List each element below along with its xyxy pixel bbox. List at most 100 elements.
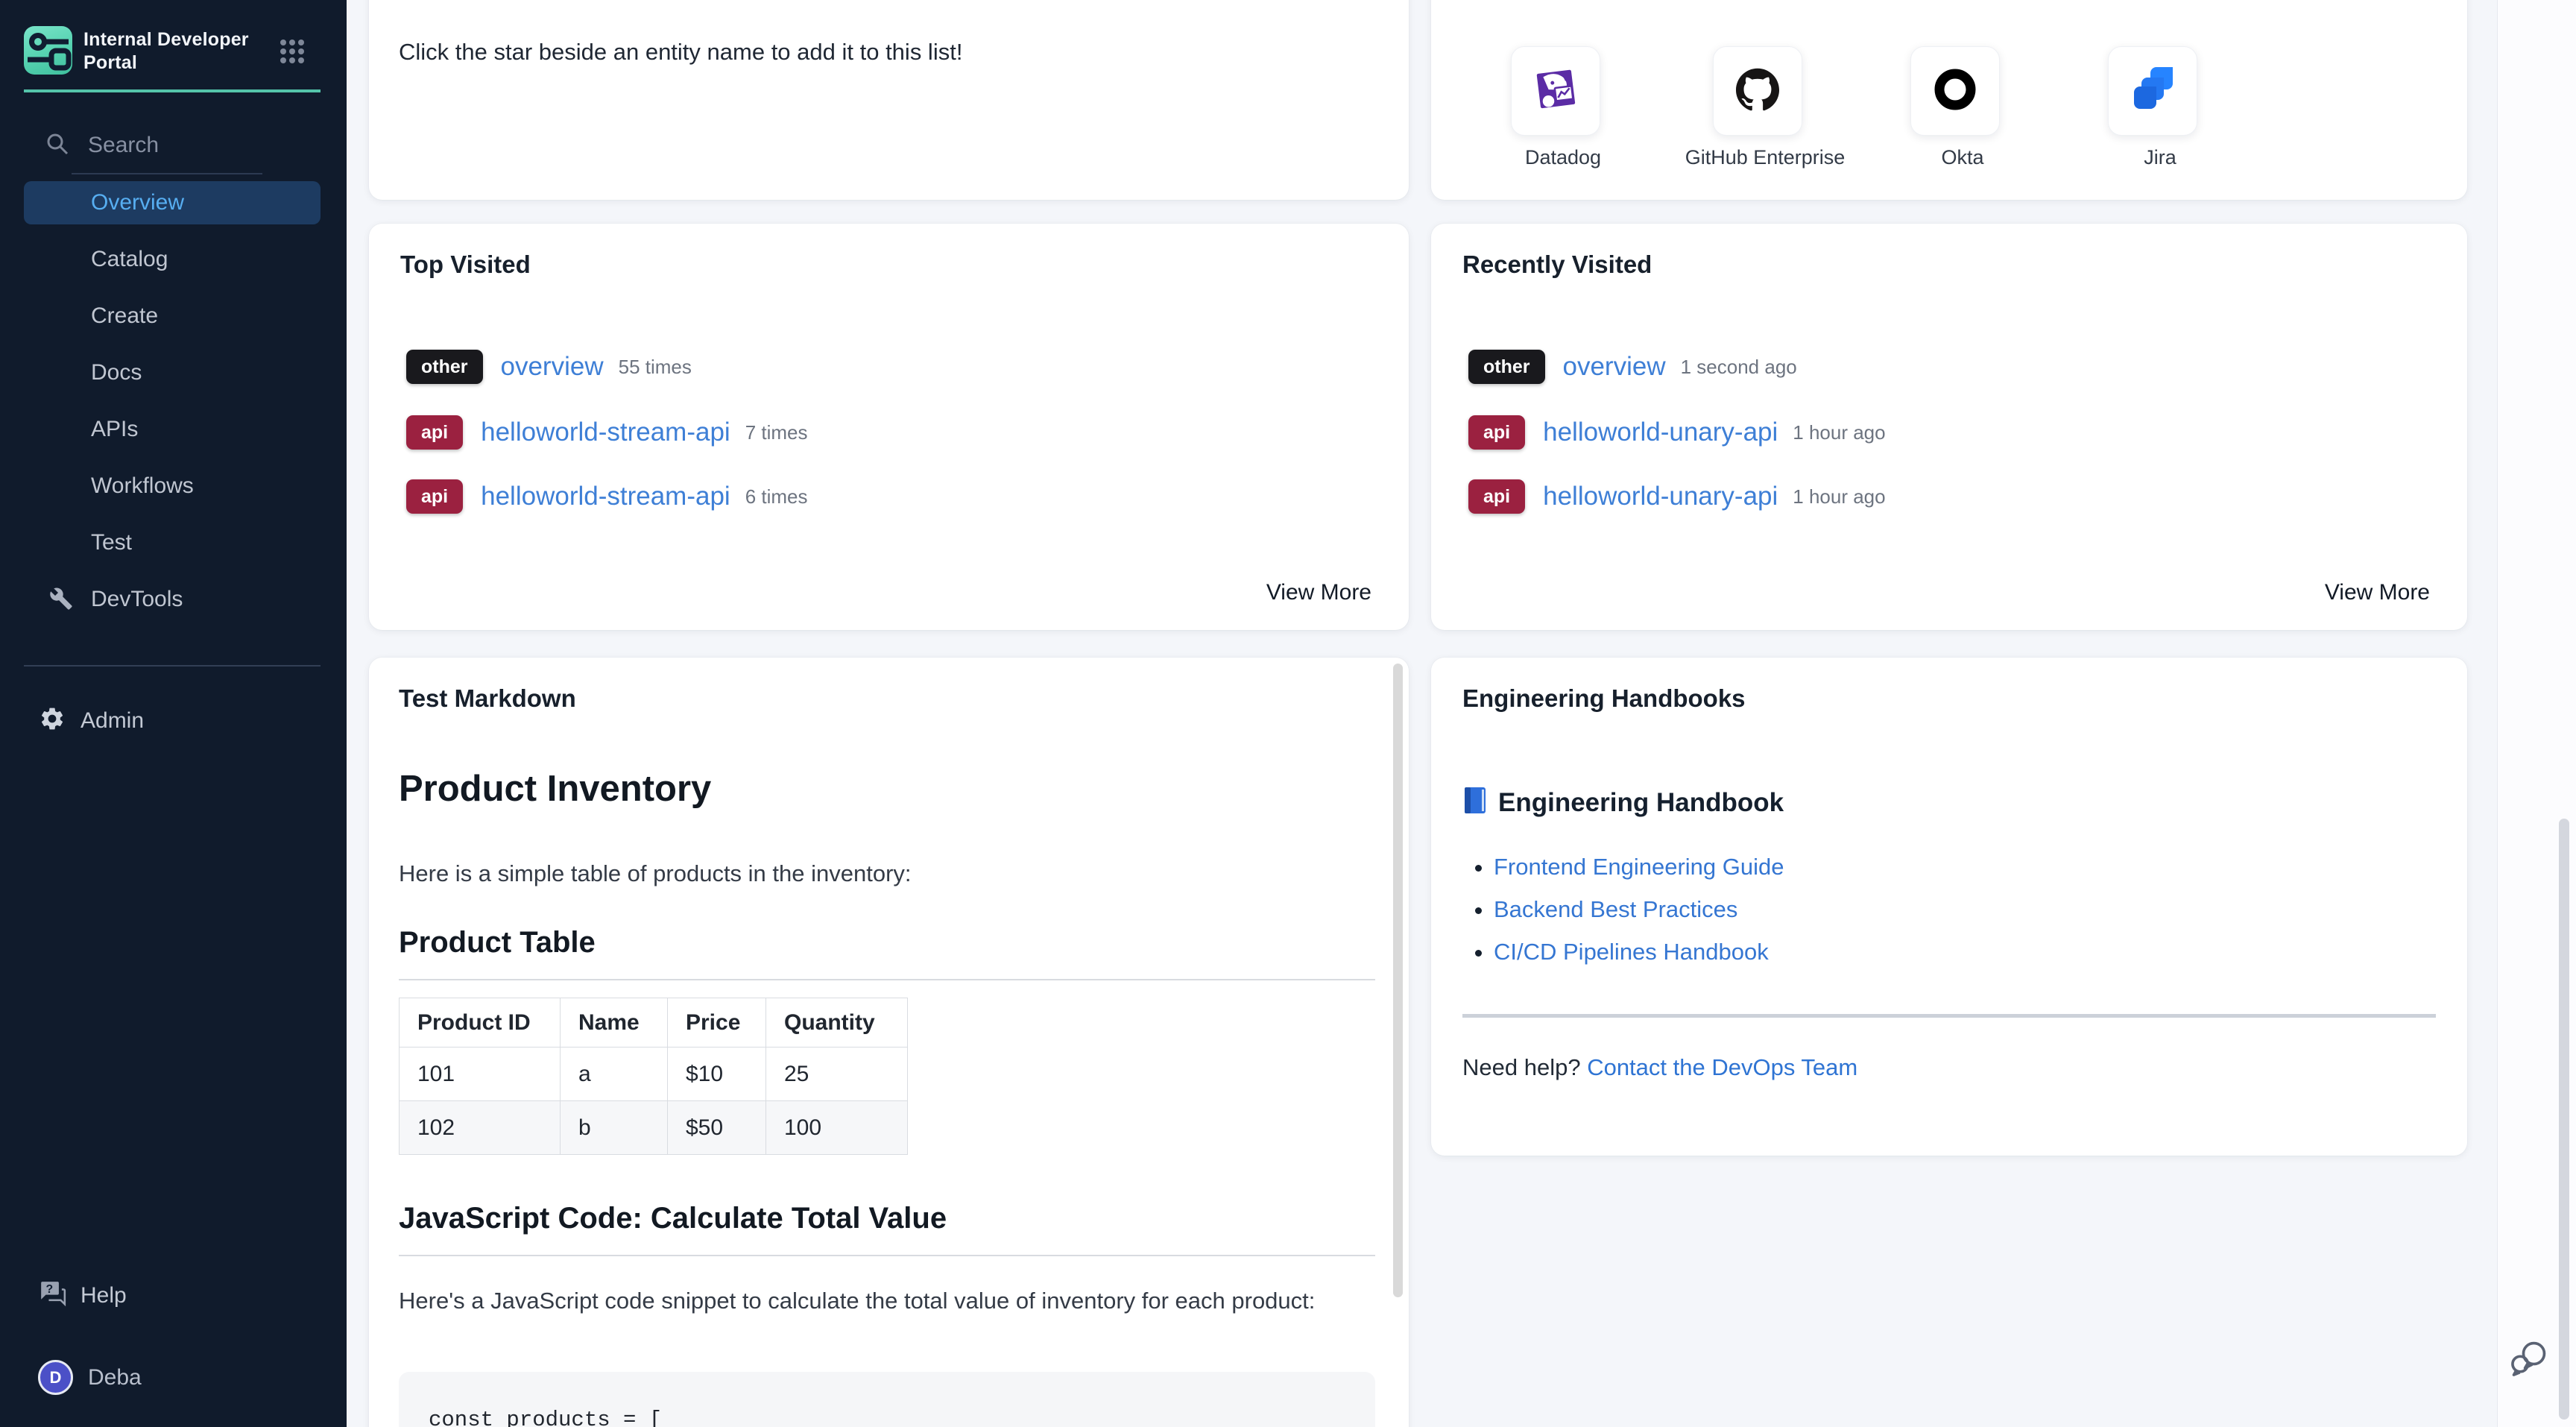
markdown-h1: Product Inventory — [399, 768, 711, 810]
visited-row: api helloworld-unary-api 1 hour ago — [1468, 479, 1886, 514]
help-chat-icon: ? — [39, 1279, 67, 1311]
sidebar-nav: Overview Catalog Create Docs APIs Workfl… — [0, 181, 347, 634]
view-more-button[interactable]: View More — [1266, 580, 1371, 605]
entity-link[interactable]: helloworld-unary-api — [1543, 482, 1778, 511]
section-divider — [1462, 1014, 2436, 1018]
sidebar-item-create[interactable]: Create — [0, 294, 347, 351]
list-item: Frontend Engineering Guide — [1494, 845, 1784, 888]
top-visited-card: Top Visited other overview 55 times api … — [369, 224, 1409, 630]
list-item: Backend Best Practices — [1494, 888, 1784, 930]
recently-visited-card: Recently Visited other overview 1 second… — [1431, 224, 2467, 630]
kind-badge-api: api — [1468, 479, 1525, 514]
kind-badge-other: other — [406, 350, 483, 384]
visit-count: 7 times — [745, 421, 808, 444]
table-cell: a — [561, 1048, 668, 1101]
user-menu[interactable]: D Deba — [38, 1360, 142, 1395]
sidebar-item-admin[interactable]: Admin — [39, 705, 144, 736]
view-more-button[interactable]: View More — [2325, 580, 2430, 605]
tool-label-github: GitHub Enterprise — [1668, 146, 1862, 169]
kind-badge-api: api — [1468, 415, 1525, 450]
markdown-h2-product-table: Product Table — [399, 926, 1375, 980]
handbook-link-frontend[interactable]: Frontend Engineering Guide — [1494, 854, 1784, 880]
search-input[interactable]: Search — [45, 123, 159, 168]
card-scrollbar-thumb[interactable] — [1393, 664, 1403, 1297]
page-scrollbar-thumb[interactable] — [2559, 819, 2569, 1420]
entity-link[interactable]: overview — [501, 352, 604, 382]
sidebar-item-devtools[interactable]: DevTools — [0, 578, 347, 634]
product-table: Product ID Name Price Quantity 101 a $10… — [399, 998, 908, 1155]
help-label: Help — [80, 1283, 127, 1308]
column-header: Price — [668, 998, 766, 1048]
recently-visited-title: Recently Visited — [1462, 251, 1652, 279]
entity-link[interactable]: helloworld-unary-api — [1543, 418, 1778, 447]
tool-github-enterprise[interactable] — [1713, 46, 1802, 136]
sidebar-item-docs[interactable]: Docs — [0, 351, 347, 408]
sidebar-item-help[interactable]: ? Help — [39, 1279, 127, 1311]
wrench-icon — [49, 587, 73, 614]
test-markdown-card: Test Markdown Product Inventory Here is … — [369, 658, 1409, 1427]
apps-grid-icon[interactable] — [279, 38, 306, 69]
column-header: Product ID — [400, 998, 561, 1048]
tool-label-okta: Okta — [1866, 146, 2059, 169]
visited-row: other overview 55 times — [406, 350, 692, 384]
handbook-links-list: Frontend Engineering Guide Backend Best … — [1494, 845, 1784, 973]
sidebar-divider — [24, 665, 321, 667]
tool-jira[interactable] — [2108, 46, 2197, 136]
search-underline — [72, 173, 262, 174]
engineering-handbooks-card: Engineering Handbooks Engineering Handbo… — [1431, 658, 2467, 1156]
sidebar-item-workflows[interactable]: Workflows — [0, 464, 347, 521]
okta-icon — [1933, 68, 1977, 115]
table-cell: 102 — [400, 1101, 561, 1155]
visited-row: api helloworld-stream-api 6 times — [406, 479, 808, 514]
starred-entities-message: Click the star beside an entity name to … — [399, 39, 962, 66]
toolkit-card: Datadog GitHub Enterprise Okta Jira — [1431, 0, 2467, 200]
table-row: 102 b $50 100 — [400, 1101, 908, 1155]
visit-count: 6 times — [745, 485, 808, 508]
tool-label-datadog: Datadog — [1466, 146, 1660, 169]
chat-bubbles-icon[interactable] — [2508, 1338, 2550, 1383]
visit-timestamp: 1 hour ago — [1793, 485, 1885, 508]
starred-entities-card: Click the star beside an entity name to … — [369, 0, 1409, 200]
sidebar-item-apis[interactable]: APIs — [0, 408, 347, 464]
sidebar-item-overview[interactable]: Overview — [0, 181, 347, 238]
table-header-row: Product ID Name Price Quantity — [400, 998, 908, 1048]
need-help-text: Need help? Contact the DevOps Team — [1462, 1054, 1857, 1081]
code-line: const products = [ — [429, 1408, 662, 1427]
sidebar-item-test[interactable]: Test — [0, 521, 347, 578]
markdown-intro: Here is a simple table of products in th… — [399, 860, 912, 887]
table-cell: 101 — [400, 1048, 561, 1101]
table-row: 101 a $10 25 — [400, 1048, 908, 1101]
handbook-link-backend[interactable]: Backend Best Practices — [1494, 896, 1737, 922]
entity-link[interactable]: helloworld-stream-api — [481, 482, 730, 511]
visited-row: api helloworld-stream-api 7 times — [406, 415, 808, 450]
code-block: const products = [ — [399, 1372, 1375, 1427]
markdown-h2-js-code: JavaScript Code: Calculate Total Value — [399, 1202, 1375, 1256]
accent-divider — [24, 89, 321, 92]
table-cell: b — [561, 1101, 668, 1155]
handbook-link-cicd[interactable]: CI/CD Pipelines Handbook — [1494, 939, 1769, 965]
app-logo-icon[interactable] — [24, 26, 72, 75]
visited-row: other overview 1 second ago — [1468, 350, 1797, 384]
visit-timestamp: 1 hour ago — [1793, 421, 1885, 444]
tool-okta[interactable] — [1910, 46, 2000, 136]
user-name: Deba — [88, 1365, 142, 1390]
contact-devops-link[interactable]: Contact the DevOps Team — [1587, 1054, 1857, 1080]
table-cell: $10 — [668, 1048, 766, 1101]
markdown-code-intro: Here's a JavaScript code snippet to calc… — [399, 1281, 1360, 1320]
svg-text:?: ? — [46, 1283, 54, 1296]
tool-label-jira: Jira — [2063, 146, 2257, 169]
entity-link[interactable]: helloworld-stream-api — [481, 418, 730, 447]
github-icon — [1736, 68, 1779, 115]
kind-badge-api: api — [406, 415, 463, 450]
datadog-icon — [1532, 66, 1579, 116]
visit-count: 55 times — [619, 356, 692, 379]
sidebar-item-catalog[interactable]: Catalog — [0, 238, 347, 294]
tool-datadog[interactable] — [1511, 46, 1600, 136]
handbooks-card-title: Engineering Handbooks — [1462, 684, 1746, 713]
column-header: Name — [561, 998, 668, 1048]
kind-badge-api: api — [406, 479, 463, 514]
right-gutter — [2497, 0, 2576, 1427]
sidebar: Internal Developer Portal Search Overvie… — [0, 0, 347, 1427]
entity-link[interactable]: overview — [1563, 352, 1666, 382]
search-icon — [45, 131, 70, 160]
